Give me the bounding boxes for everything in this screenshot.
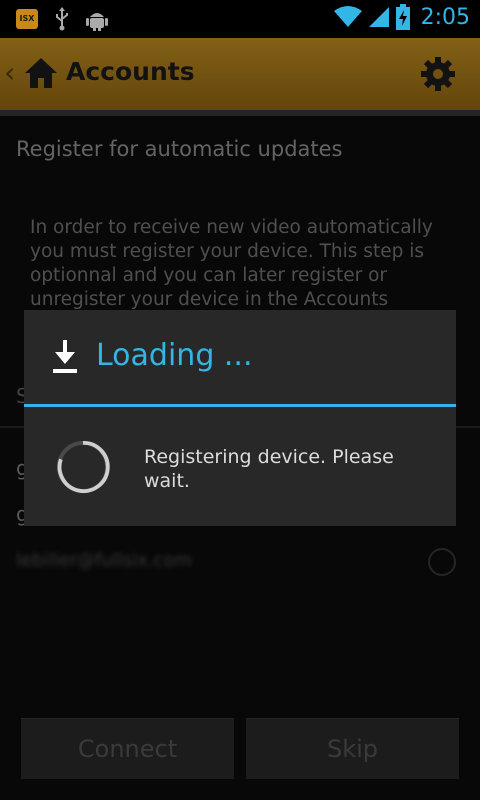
android-debug-icon [86,13,108,31]
download-icon [53,340,77,373]
loading-dialog: Loading ... Registering device. Please w… [24,310,456,526]
clock: 2:05 [420,4,470,30]
app-notification-icon: ISX [16,9,38,29]
status-bar: ISX 2:05 [0,0,480,38]
dialog-message: Registering device. Please wait. [144,446,394,492]
battery-charging-icon [395,4,410,30]
dialog-title: Loading ... [96,338,253,373]
spinner-icon [56,440,110,494]
wifi-icon [333,6,362,27]
signal-icon [368,7,389,27]
dialog-title-divider [24,404,456,407]
usb-icon [56,7,68,31]
